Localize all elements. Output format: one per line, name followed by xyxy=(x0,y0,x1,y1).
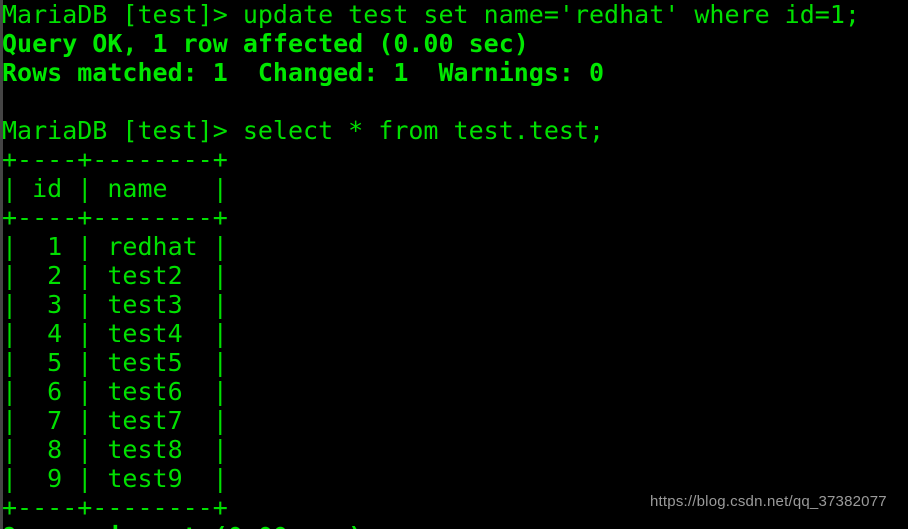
terminal-line-table-row-13: | 6 | test6 | xyxy=(2,377,228,406)
watermark-text: https://blog.csdn.net/qq_37382077 xyxy=(650,493,887,510)
terminal-line-table-row-10: | 3 | test3 | xyxy=(2,290,228,319)
terminal-line-blank-3 xyxy=(2,87,908,116)
terminal-line-table-row-9: | 2 | test2 | xyxy=(2,261,228,290)
terminal-line-table-row-16: | 9 | test9 | xyxy=(2,464,228,493)
terminal-line-table-row-15: | 8 | test8 | xyxy=(2,435,228,464)
terminal-line-table-rule-5: +----+--------+ xyxy=(2,145,228,174)
terminal-line-table-row-12: | 5 | test5 | xyxy=(2,348,228,377)
terminal-line-table-rule-7: +----+--------+ xyxy=(2,203,228,232)
terminal-window[interactable]: MariaDB [test]> update test set name='re… xyxy=(0,0,908,529)
scrollbar-track[interactable] xyxy=(0,0,3,529)
terminal-line-table-row-14: | 7 | test7 | xyxy=(2,406,228,435)
terminal-line-status-1: Query OK, 1 row affected (0.00 sec) xyxy=(2,29,529,58)
terminal-line-table-header-6: | id | name | xyxy=(2,174,228,203)
terminal-line-prompt-command-0: MariaDB [test]> update test set name='re… xyxy=(2,0,860,29)
terminal-line-table-row-11: | 4 | test4 | xyxy=(2,319,228,348)
terminal-output[interactable]: MariaDB [test]> update test set name='re… xyxy=(2,0,908,529)
terminal-line-table-row-8: | 1 | redhat | xyxy=(2,232,228,261)
terminal-line-prompt-command-4: MariaDB [test]> select * from test.test; xyxy=(2,116,605,145)
terminal-line-status-2: Rows matched: 1 Changed: 1 Warnings: 0 xyxy=(2,58,605,87)
terminal-line-status-18: 9 rows in set (0.00 sec) xyxy=(2,522,908,529)
